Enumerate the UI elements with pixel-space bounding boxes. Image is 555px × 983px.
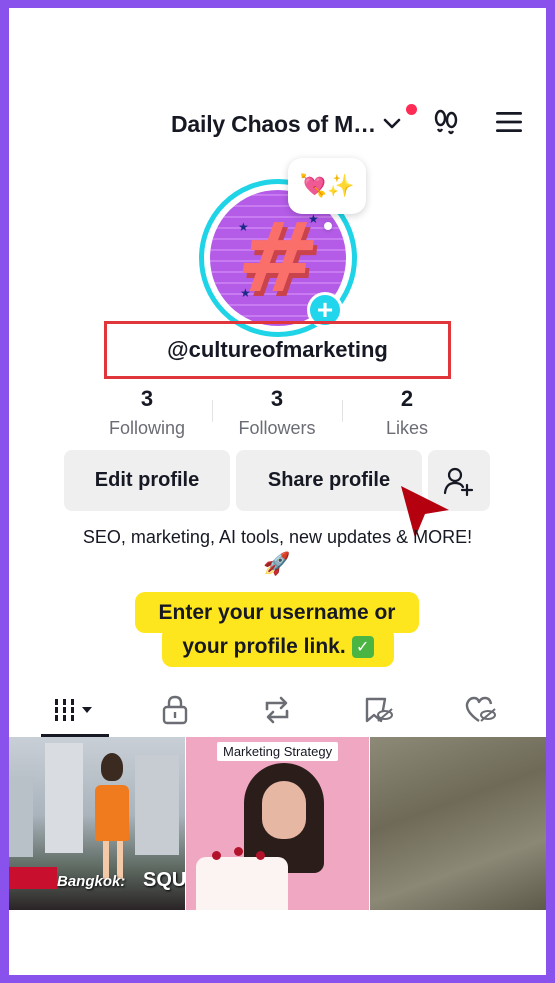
rocket-emoji: 🚀: [263, 552, 291, 577]
favorites-tab[interactable]: [344, 688, 414, 732]
person-face: [262, 781, 306, 839]
username: @cultureofmarketing: [167, 337, 388, 362]
hashtag-logo: #: [231, 202, 325, 314]
bottom-spacer: [9, 910, 546, 975]
reposts-tab[interactable]: [242, 688, 312, 732]
cherry-shape: [234, 847, 243, 856]
video-thumbnail[interactable]: [370, 737, 546, 910]
footprints-icon[interactable]: [430, 106, 462, 138]
doll-dress: [95, 785, 129, 841]
videos-grid-tab[interactable]: [40, 688, 110, 732]
mood-bubble-tail: [324, 222, 332, 230]
stat-label: Following: [108, 418, 186, 438]
account-switcher[interactable]: Daily Chaos of M…: [171, 104, 402, 144]
stat-label: Followers: [238, 418, 316, 438]
mood-bubble[interactable]: 💘✨: [288, 158, 366, 214]
grid-icon: [54, 699, 92, 721]
video-grid: Bangkok: SQUI Marketing Strategy: [9, 737, 546, 910]
stat-following[interactable]: 3 Following: [82, 386, 212, 439]
notification-dot: [406, 104, 417, 115]
profile-tabs: [9, 688, 546, 737]
cake-shape: [196, 857, 288, 910]
video-overlay-text: SQUI: [143, 869, 185, 891]
video-thumbnail[interactable]: Marketing Strategy: [186, 737, 369, 910]
cherry-shape: [212, 851, 221, 860]
mood-emoji: 💘✨: [299, 173, 355, 199]
profile-bio: SEO, marketing, AI tools, new updates & …: [82, 527, 473, 547]
repost-icon: [265, 696, 289, 724]
edit-profile-button[interactable]: Edit profile: [64, 450, 230, 511]
video-thumbnail[interactable]: Bangkok: SQUI: [9, 737, 185, 910]
liked-tab[interactable]: [446, 688, 516, 732]
cherry-shape: [256, 851, 265, 860]
doll-head: [101, 753, 123, 781]
callout-line-2: your profile link. ✓: [162, 626, 394, 667]
callout-line-2-text: your profile link.: [182, 634, 346, 658]
heart-hidden-icon: [465, 696, 496, 722]
menu-icon[interactable]: [493, 106, 525, 138]
stat-label: Likes: [385, 418, 429, 438]
stat-likes[interactable]: 2 Likes: [342, 386, 472, 439]
banner-shape: [9, 867, 57, 889]
check-icon: ✓: [351, 635, 374, 658]
stat-followers[interactable]: 3 Followers: [212, 386, 342, 439]
account-name: Daily Chaos of M…: [171, 110, 376, 137]
private-tab[interactable]: [140, 688, 210, 732]
profile-stats: 3 Following 3 Followers 2 Likes: [82, 386, 472, 446]
stat-value: 3: [270, 386, 284, 411]
building-shape: [45, 743, 83, 853]
lock-icon: [162, 695, 188, 725]
building-shape: [9, 777, 33, 857]
chevron-down-icon: [382, 117, 402, 131]
bookmark-hidden-icon: [365, 697, 393, 723]
username-highlight-box: @cultureofmarketing: [104, 321, 451, 379]
building-shape: [135, 755, 179, 855]
stat-value: 2: [400, 386, 414, 411]
video-caption: Marketing Strategy: [217, 742, 339, 761]
profile-screen: Daily Chaos of M… ★ ★ ★ # 💘✨ + @cultureo…: [9, 8, 546, 975]
stat-value: 3: [140, 386, 154, 411]
profile-header: Daily Chaos of M…: [9, 104, 546, 152]
video-caption: Bangkok:: [57, 873, 126, 890]
